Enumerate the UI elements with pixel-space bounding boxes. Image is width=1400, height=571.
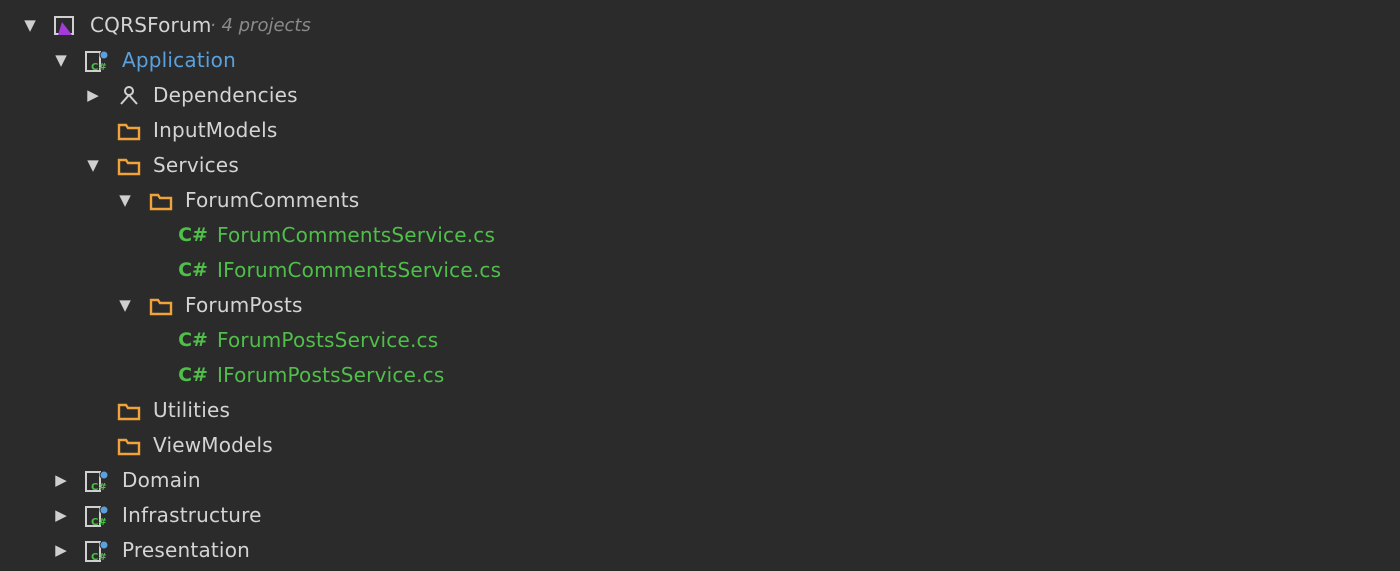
svg-text:C#: C#	[91, 62, 107, 73]
folder-icon	[116, 148, 142, 183]
folder-icon	[116, 113, 142, 148]
csharp-file-icon: C#	[178, 329, 208, 351]
dependencies-icon	[116, 78, 142, 113]
tree-row-folder[interactable]: Utilities	[0, 393, 1400, 428]
folder-icon	[116, 428, 142, 463]
folder-icon	[148, 288, 174, 323]
tree-item-label: IForumCommentsService.cs	[217, 258, 502, 282]
csharp-project-icon: C#	[84, 43, 110, 78]
expand-arrow-right-icon[interactable]: ▶	[53, 533, 69, 568]
solution-project-count: · 4 projects	[210, 15, 311, 36]
tree-row-project[interactable]: ▶ C# Infrastructure	[0, 498, 1400, 533]
tree-item-label: InputModels	[153, 118, 278, 142]
csharp-file-icon: C#	[178, 259, 208, 281]
tree-row-folder[interactable]: ▼ ForumComments	[0, 183, 1400, 218]
tree-row-project[interactable]: ▶ C# Domain	[0, 463, 1400, 498]
csharp-file-icon: C#	[178, 224, 208, 246]
tree-item-label: Services	[153, 153, 239, 177]
expand-arrow-down-icon[interactable]: ▼	[117, 183, 133, 218]
svg-text:C#: C#	[91, 517, 107, 528]
tree-row-folder[interactable]: InputModels	[0, 113, 1400, 148]
tree-row-folder[interactable]: ▼ Services	[0, 148, 1400, 183]
expand-arrow-down-icon[interactable]: ▼	[22, 8, 38, 43]
tree-item-label: ViewModels	[153, 433, 273, 457]
tree-row-file[interactable]: C# ForumCommentsService.cs	[0, 218, 1400, 253]
tree-item-label: ForumCommentsService.cs	[217, 223, 496, 247]
tree-item-label: IForumPostsService.cs	[217, 363, 445, 387]
tree-item-label: Dependencies	[153, 83, 298, 107]
tree-item-label: Utilities	[153, 398, 231, 422]
tree-row-project[interactable]: ▼ C# Application	[0, 43, 1400, 78]
folder-icon	[116, 393, 142, 428]
tree-row-file[interactable]: C# IForumCommentsService.cs	[0, 253, 1400, 288]
tree-row-folder[interactable]: ViewModels	[0, 428, 1400, 463]
tree-row-solution[interactable]: ▼ CQRSForum · 4 projects	[0, 8, 1400, 43]
tree-row-file[interactable]: C# IForumPostsService.cs	[0, 358, 1400, 393]
svg-text:C#: C#	[91, 552, 107, 563]
tree-item-label: ForumComments	[185, 188, 360, 212]
csharp-file-icon: C#	[178, 364, 208, 386]
expand-arrow-down-icon[interactable]: ▼	[53, 43, 69, 78]
expand-arrow-right-icon[interactable]: ▶	[53, 498, 69, 533]
expand-arrow-right-icon[interactable]: ▶	[53, 463, 69, 498]
tree-item-label: ForumPosts	[185, 293, 303, 317]
folder-icon	[148, 183, 174, 218]
tree-item-label: Application	[122, 48, 236, 72]
expand-arrow-down-icon[interactable]: ▼	[85, 148, 101, 183]
vs-solution-icon	[52, 8, 78, 43]
csharp-project-icon: C#	[84, 498, 110, 533]
tree-item-label: Domain	[122, 468, 201, 492]
tree-item-label: Infrastructure	[122, 503, 262, 527]
tree-row-folder[interactable]: ▼ ForumPosts	[0, 288, 1400, 323]
tree-item-label: Presentation	[122, 538, 251, 562]
tree-row-file[interactable]: C# ForumPostsService.cs	[0, 323, 1400, 358]
csharp-project-icon: C#	[84, 533, 110, 568]
svg-text:C#: C#	[91, 482, 107, 493]
csharp-project-icon: C#	[84, 463, 110, 498]
expand-arrow-down-icon[interactable]: ▼	[117, 288, 133, 323]
tree-row-dependencies[interactable]: ▶ Dependencies	[0, 78, 1400, 113]
tree-row-project[interactable]: ▶ C# Presentation	[0, 533, 1400, 568]
tree-item-label: ForumPostsService.cs	[217, 328, 439, 352]
expand-arrow-right-icon[interactable]: ▶	[85, 78, 101, 113]
solution-name: CQRSForum	[90, 13, 212, 37]
